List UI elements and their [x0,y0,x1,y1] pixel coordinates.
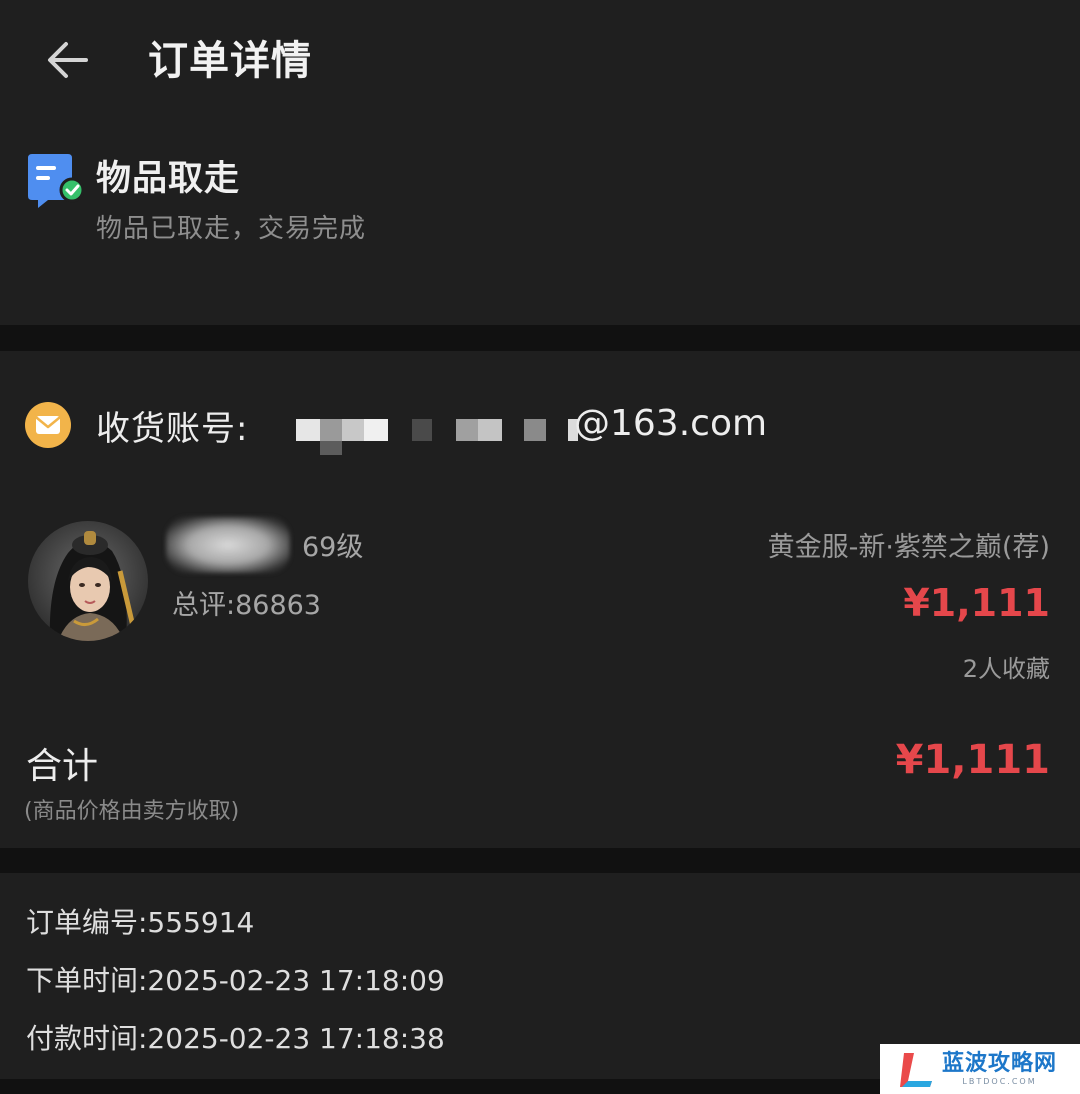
watermark-logo-icon [900,1053,932,1087]
page-title: 订单详情 [148,38,312,84]
pay-time: 付款时间:2025-02-23 17:18:38 [26,1022,445,1055]
document-check-icon [28,154,84,208]
favorites-count: 2人收藏 [962,655,1050,683]
item-price: ¥1,111 [903,581,1050,625]
character-portrait-icon [28,521,148,641]
total-price: ¥1,111 [895,737,1050,783]
status-title: 物品取走 [96,159,241,199]
watermark-name: 蓝波攻略网 [942,1051,1058,1076]
back-button[interactable] [40,32,96,88]
role-name-redaction-blur [166,517,290,573]
site-watermark: 蓝波攻略网 LBTDOC.COM [880,1044,1080,1094]
role-level: 69级 [302,532,364,563]
account-label: 收货账号: [96,409,249,449]
order-number: 订单编号:555914 [26,906,255,939]
server-name: 黄金服-新·紫禁之巅(荐) [767,532,1050,563]
arrow-left-icon [48,42,88,78]
order-header-section: 订单详情 物品取走 物品已取走，交易完成 [0,0,1080,325]
account-email-suffix: @163.com [574,403,768,444]
avatar [28,521,148,641]
total-note: (商品价格由卖方收取) [24,799,240,824]
watermark-domain: LBTDOC.COM [962,1077,1037,1086]
order-time: 下单时间:2025-02-23 17:18:09 [26,964,445,997]
role-score: 总评:86863 [172,590,321,621]
mail-icon [25,402,71,448]
order-card: 收货账号: @163.com 69级 总评:86863 黄金服-新·紫禁之巅(荐… [0,351,1080,848]
account-redaction-mosaic [296,413,578,457]
status-description: 物品已取走，交易完成 [96,214,367,244]
total-label: 合计 [26,746,99,787]
